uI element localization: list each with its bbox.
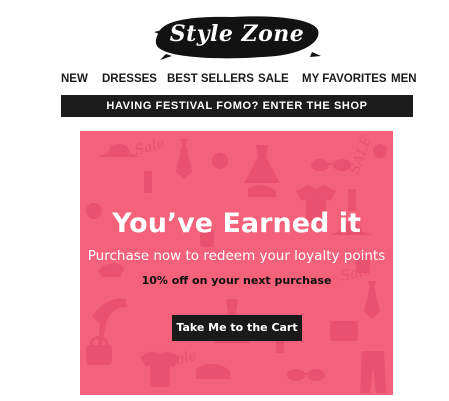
brand-logo[interactable]: Style Zone <box>152 12 322 62</box>
nav-item-my-favorites[interactable]: MY FAVORITES <box>302 73 387 85</box>
sale-tag-icon: Sale <box>165 347 199 370</box>
take-me-to-cart-button[interactable]: Take Me to the Cart <box>172 315 302 341</box>
brand-name: Style Zone <box>169 21 305 47</box>
handbag-icon <box>330 321 358 341</box>
shoe-icon <box>248 185 276 197</box>
tie-icon <box>176 139 192 179</box>
nav-item-sale[interactable]: SALE <box>258 73 289 85</box>
festival-banner-link[interactable]: HAVING FESTIVAL FOMO? ENTER THE SHOP <box>61 95 413 117</box>
lipstick-icon <box>144 171 152 193</box>
loyalty-hero: Sale Sale Sale SALE You’ve Earned it Pur… <box>80 131 393 395</box>
sunglasses-icon <box>287 369 325 381</box>
hero-offer: 10% off on your next purchase <box>141 274 332 287</box>
pants-icon <box>360 351 386 393</box>
main-nav: NEW DRESSES BEST SELLERS SALE MY FAVORIT… <box>0 73 449 91</box>
hero-title: You’ve Earned it <box>112 208 361 239</box>
dress-icon <box>244 145 280 183</box>
nav-item-dresses[interactable]: DRESSES <box>102 73 157 85</box>
sale-tag-icon: SALE <box>347 134 375 176</box>
nav-item-new[interactable]: NEW <box>61 73 88 85</box>
nav-item-men[interactable]: MEN <box>391 73 417 85</box>
handbag-icon <box>86 345 112 365</box>
hero-subtitle: Purchase now to redeem your loyalty poin… <box>87 248 386 264</box>
sale-tag-icon: Sale <box>133 135 167 158</box>
nav-item-best-sellers[interactable]: BEST SELLERS <box>167 73 254 85</box>
sunglasses-icon <box>311 159 351 171</box>
shoe-icon <box>196 363 230 379</box>
